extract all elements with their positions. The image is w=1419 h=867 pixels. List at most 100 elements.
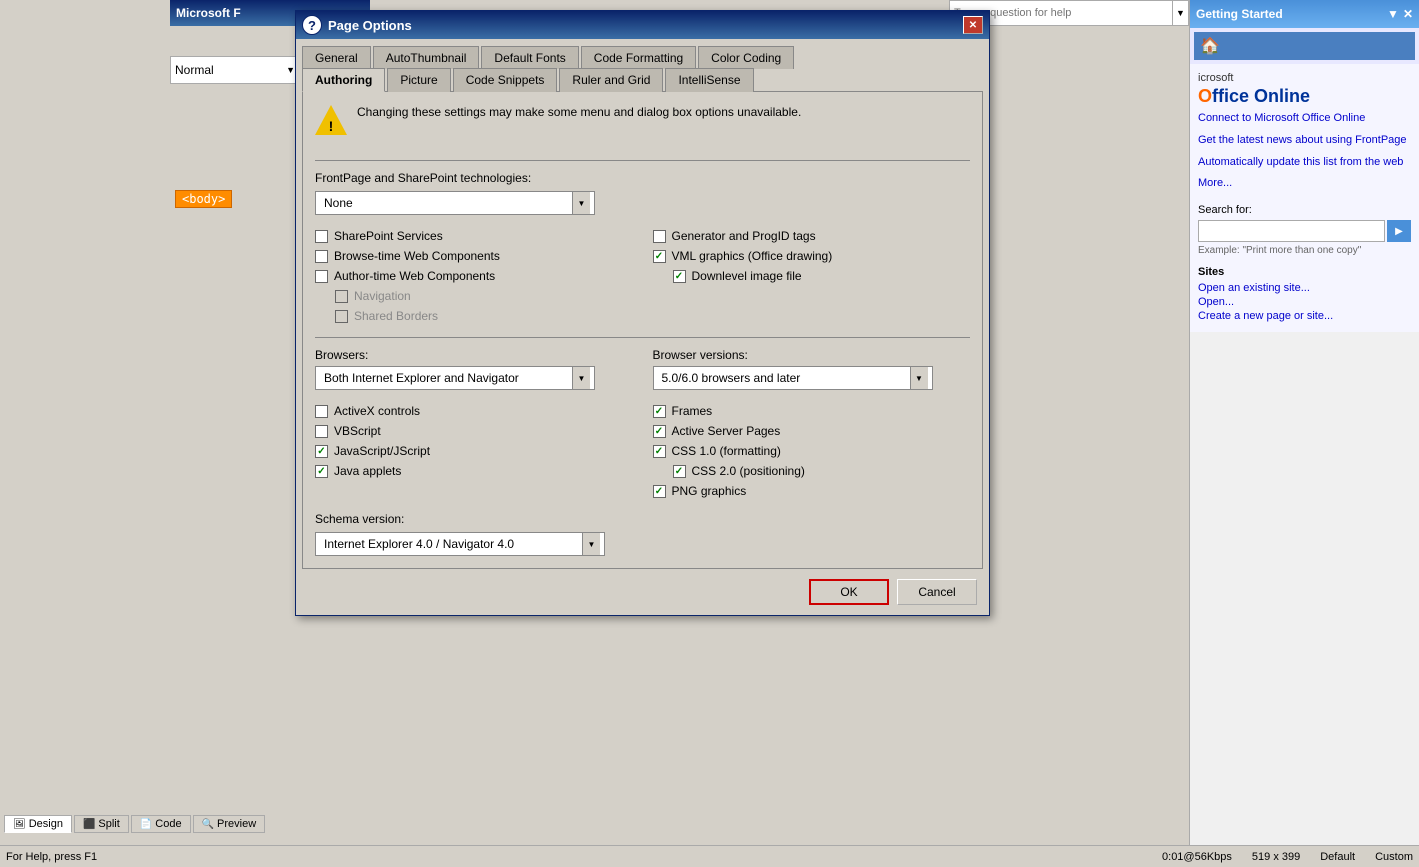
cb-vbscript: VBScript xyxy=(315,424,633,438)
link-connect[interactable]: Connect to Microsoft Office Online xyxy=(1198,109,1411,129)
cb-css1: CSS 1.0 (formatting) xyxy=(653,444,971,458)
shared-borders-checkbox[interactable] xyxy=(335,310,348,323)
vml-graphics-checkbox[interactable] xyxy=(653,250,666,263)
tab-autothumbnail[interactable]: AutoThumbnail xyxy=(373,46,480,69)
schema-selected: Internet Explorer 4.0 / Navigator 4.0 xyxy=(320,537,582,551)
right-panel-title: Getting Started xyxy=(1196,7,1283,21)
status-text: For Help, press F1 xyxy=(6,851,97,863)
css1-checkbox[interactable] xyxy=(653,445,666,458)
status-size: 519 x 399 xyxy=(1252,851,1300,863)
link-update[interactable]: Automatically update this list from the … xyxy=(1198,153,1411,173)
browsers-dropdown-arrow[interactable]: ▼ xyxy=(572,367,590,389)
tab-ruler-grid[interactable]: Ruler and Grid xyxy=(559,68,663,92)
vbscript-checkbox[interactable] xyxy=(315,425,328,438)
tab-split[interactable]: ⬛ Split xyxy=(74,815,129,833)
navigation-label: Navigation xyxy=(354,289,411,303)
dialog-title-area: ? Page Options xyxy=(302,15,412,35)
frames-label: Frames xyxy=(672,404,713,418)
ok-button[interactable]: OK xyxy=(809,579,889,605)
home-icon[interactable]: 🏠 xyxy=(1200,36,1220,56)
browser-checkbox-col-left: ActiveX controls VBScript JavaScript/JSc… xyxy=(315,404,633,498)
tab-design[interactable]: 🖼 Design xyxy=(4,815,72,833)
question-dropdown-arrow[interactable]: ▼ xyxy=(1172,1,1188,25)
browsers-row: Browsers: Both Internet Explorer and Nav… xyxy=(315,348,970,390)
body-tag: <body> xyxy=(175,190,232,208)
activex-checkbox[interactable] xyxy=(315,405,328,418)
cb-png-graphics: PNG graphics xyxy=(653,484,971,498)
browser-col-right: Browser versions: 5.0/6.0 browsers and l… xyxy=(653,348,971,390)
browse-time-checkbox[interactable] xyxy=(315,250,328,263)
browser-checkbox-col-right: Frames Active Server Pages CSS 1.0 (form… xyxy=(653,404,971,498)
browser-versions-dropdown-arrow[interactable]: ▼ xyxy=(910,367,928,389)
tab-preview[interactable]: 🔍 Preview xyxy=(193,815,266,833)
search-tip: Example: "Print more than one copy" xyxy=(1198,245,1411,256)
tab-default-fonts[interactable]: Default Fonts xyxy=(481,46,578,69)
frontpage-dropdown-arrow[interactable]: ▼ xyxy=(572,192,590,214)
style-dropdown[interactable]: Normal ▼ xyxy=(170,56,300,84)
link-open[interactable]: Open... xyxy=(1198,296,1411,308)
sharepoint-services-checkbox[interactable] xyxy=(315,230,328,243)
link-open-existing[interactable]: Open an existing site... xyxy=(1198,282,1411,294)
schema-dropdown-arrow[interactable]: ▼ xyxy=(582,533,600,555)
dialog-close-button[interactable]: ✕ xyxy=(963,16,983,34)
tab-color-coding[interactable]: Color Coding xyxy=(698,46,794,69)
schema-dropdown[interactable]: Internet Explorer 4.0 / Navigator 4.0 ▼ xyxy=(315,532,605,556)
warning-text: Changing these settings may make some me… xyxy=(357,104,970,121)
tab-code-snippets[interactable]: Code Snippets xyxy=(453,68,558,92)
downlevel-image-label: Downlevel image file xyxy=(692,269,802,283)
dialog-controls: ✕ xyxy=(963,16,983,34)
tab-picture[interactable]: Picture xyxy=(387,68,450,92)
generator-progid-checkbox[interactable] xyxy=(653,230,666,243)
warning-icon: ! xyxy=(315,104,347,136)
right-panel-titlebar: Getting Started ▼ ✕ xyxy=(1190,0,1419,28)
png-graphics-checkbox[interactable] xyxy=(653,485,666,498)
tab-code-formatting[interactable]: Code Formatting xyxy=(581,46,696,69)
author-time-checkbox[interactable] xyxy=(315,270,328,283)
link-news[interactable]: Get the latest news about using FrontPag… xyxy=(1198,131,1411,151)
browser-versions-dropdown[interactable]: 5.0/6.0 browsers and later ▼ xyxy=(653,366,933,390)
dialog-title-text: Page Options xyxy=(328,18,412,33)
css1-label: CSS 1.0 (formatting) xyxy=(672,444,781,458)
cb-frames: Frames xyxy=(653,404,971,418)
right-panel: Getting Started ▼ ✕ 🏠 icrosoft Office On… xyxy=(1189,0,1419,867)
tab-general[interactable]: General xyxy=(302,46,371,69)
cb-javascript: JavaScript/JScript xyxy=(315,444,633,458)
asp-checkbox[interactable] xyxy=(653,425,666,438)
search-go-button[interactable]: ▶ xyxy=(1387,220,1411,242)
right-panel-dropdown-icon[interactable]: ▼ xyxy=(1387,7,1399,21)
frontpage-selected: None xyxy=(320,196,572,210)
vbscript-label: VBScript xyxy=(334,424,381,438)
frontpage-dropdown[interactable]: None ▼ xyxy=(315,191,595,215)
browse-time-label: Browse-time Web Components xyxy=(334,249,500,263)
link-more[interactable]: More... xyxy=(1198,174,1411,194)
design-icon: 🖼 xyxy=(13,819,26,830)
checkbox-col-right: Generator and ProgID tags VML graphics (… xyxy=(653,229,971,323)
status-right: 0:01@56Kbps 519 x 399 Default Custom xyxy=(1162,851,1413,863)
tab-code[interactable]: 📄 Code xyxy=(131,815,191,833)
downlevel-image-checkbox[interactable] xyxy=(673,270,686,283)
browsers-dropdown[interactable]: Both Internet Explorer and Navigator ▼ xyxy=(315,366,595,390)
browsers-section: Browsers: Both Internet Explorer and Nav… xyxy=(315,348,970,390)
javascript-checkbox[interactable] xyxy=(315,445,328,458)
cb-generator-progid: Generator and ProgID tags xyxy=(653,229,971,243)
dialog-tabs: General AutoThumbnail Default Fonts Code… xyxy=(296,39,989,68)
cancel-button[interactable]: Cancel xyxy=(897,579,977,605)
link-create-new[interactable]: Create a new page or site... xyxy=(1198,310,1411,322)
checkbox-col-left: SharePoint Services Browse-time Web Comp… xyxy=(315,229,633,323)
app-title: Microsoft F xyxy=(176,6,241,20)
right-panel-close-icon[interactable]: ✕ xyxy=(1403,7,1413,21)
frames-checkbox[interactable] xyxy=(653,405,666,418)
java-applets-checkbox[interactable] xyxy=(315,465,328,478)
tab-intellisense[interactable]: IntelliSense xyxy=(665,68,753,92)
divider-1 xyxy=(315,160,970,161)
dialog-content: ! Changing these settings may make some … xyxy=(302,91,983,569)
navigation-checkbox[interactable] xyxy=(335,290,348,303)
sites-section: Sites Open an existing site... Open... C… xyxy=(1198,266,1411,322)
divider-2 xyxy=(315,337,970,338)
dialog-footer: OK Cancel xyxy=(296,569,989,615)
tab-authoring[interactable]: Authoring xyxy=(302,68,385,92)
browser-col-left: Browsers: Both Internet Explorer and Nav… xyxy=(315,348,633,390)
search-input[interactable] xyxy=(1198,220,1385,242)
status-default: Default xyxy=(1320,851,1355,863)
css2-checkbox[interactable] xyxy=(673,465,686,478)
